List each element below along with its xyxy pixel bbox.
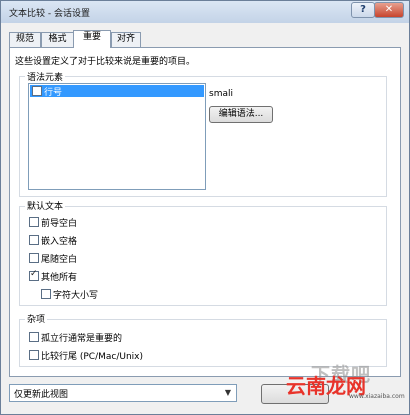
chevron-down-icon: ▼ <box>224 388 232 397</box>
window-title: 文本比较 - 会话设置 <box>9 9 90 19</box>
help-icon: ? <box>360 4 366 15</box>
tab-importance[interactable]: 重要 <box>73 30 111 48</box>
grammar-elements-list[interactable]: 行号 <box>28 83 206 190</box>
everything-else-label: 其他所有 <box>41 273 78 283</box>
everything-else-checkbox[interactable] <box>29 269 39 281</box>
orphan-lines-checkbox[interactable] <box>29 332 39 342</box>
tab-spec[interactable]: 规范 <box>9 32 41 47</box>
list-item-label: 行号 <box>44 88 63 98</box>
grammar-name: smali <box>209 89 233 99</box>
compare-line-endings-checkbox[interactable] <box>29 350 39 360</box>
embedded-spaces-label: 嵌入空格 <box>41 237 78 247</box>
list-item-checkbox[interactable] <box>32 86 42 96</box>
close-button[interactable]: ✕ <box>374 2 404 18</box>
trailing-whitespace-checkbox[interactable] <box>29 253 39 263</box>
default-text-label: 默认文本 <box>25 199 66 212</box>
character-case-checkbox[interactable] <box>41 289 51 299</box>
compare-line-endings-label: 比较行尾 (PC/Mac/Unix) <box>41 352 144 362</box>
orphan-lines-label: 孤立行通常是重要的 <box>41 334 123 344</box>
list-item[interactable]: 行号 <box>30 85 204 98</box>
panel-description: 这些设置定义了对于比较来说是重要的项目。 <box>15 57 196 67</box>
close-icon: ✕ <box>384 4 394 15</box>
help-button[interactable]: ? <box>351 2 375 18</box>
session-settings-dialog: 文本比较 - 会话设置 ? ✕ 规范 格式 重要 对齐 这些设置定义了对于比较来… <box>0 0 410 415</box>
scope-select[interactable]: 仅更新此视图 ▼ <box>9 384 237 402</box>
trailing-whitespace-label: 尾随空白 <box>41 255 78 265</box>
title-bar[interactable]: 文本比较 - 会话设置 ? ✕ <box>1 1 409 23</box>
watermark: 下载吧 云南龙网 www.xiazaiba.com <box>286 344 405 400</box>
embedded-spaces-checkbox[interactable] <box>29 235 39 245</box>
misc-label: 杂项 <box>25 312 48 325</box>
scope-select-value: 仅更新此视图 <box>14 390 69 400</box>
grammar-elements-label: 语法元素 <box>25 70 66 83</box>
leading-whitespace-label: 前导空白 <box>41 219 78 229</box>
tab-format[interactable]: 格式 <box>41 32 74 47</box>
watermark-url: www.xiazaiba.com <box>349 393 405 400</box>
edit-grammar-button[interactable]: 编辑语法... <box>209 106 273 123</box>
tab-alignment[interactable]: 对齐 <box>111 32 141 47</box>
character-case-label: 字符大小写 <box>53 291 99 301</box>
leading-whitespace-checkbox[interactable] <box>29 217 39 227</box>
